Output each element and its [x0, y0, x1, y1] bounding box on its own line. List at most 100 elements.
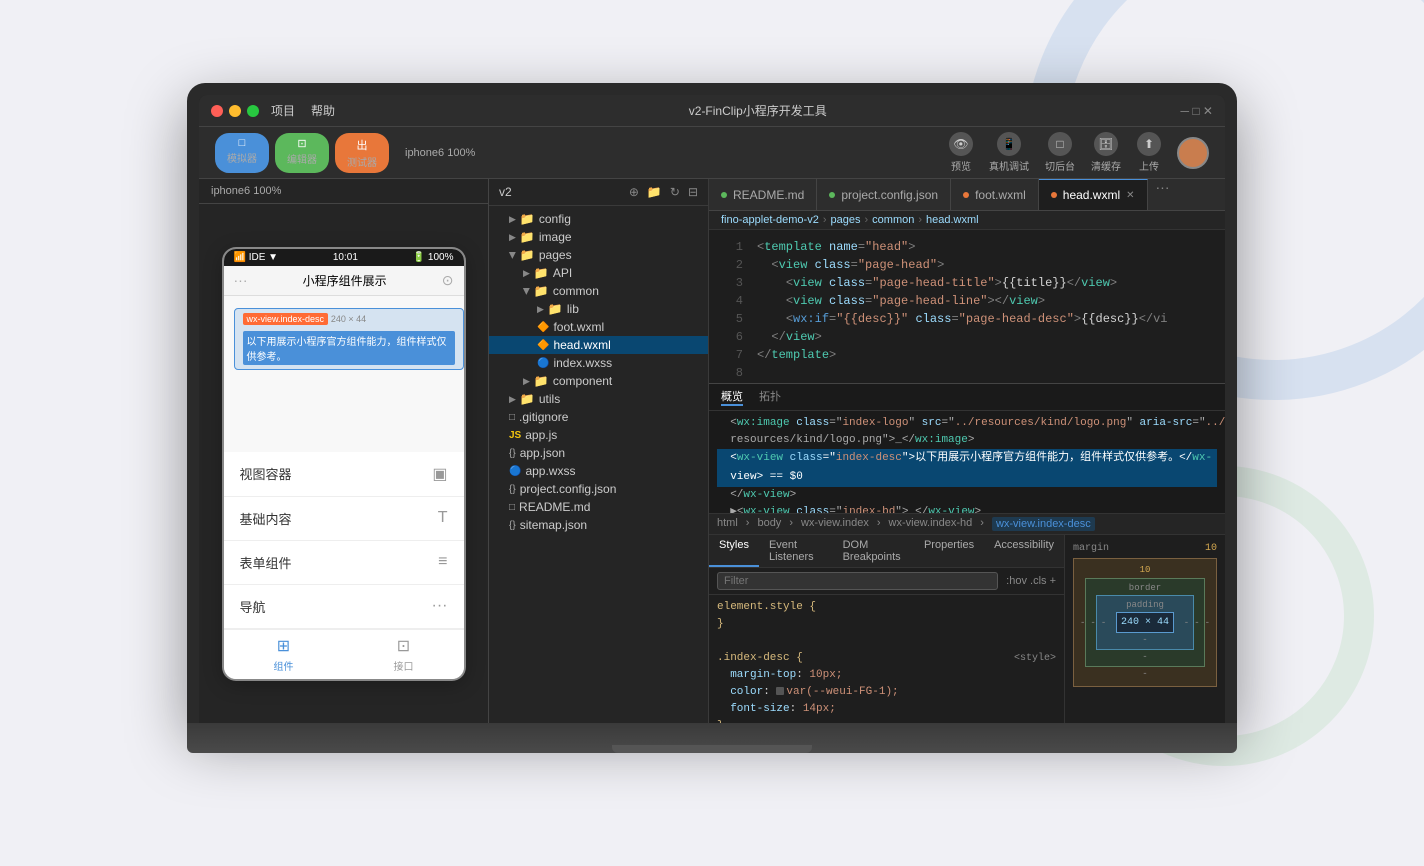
list-item-3[interactable]: 导航 ··· — [224, 585, 464, 629]
file-item-readme[interactable]: □ README.md — [489, 498, 708, 516]
file-item-pages[interactable]: ▶ 📁 pages — [489, 246, 708, 264]
preview-button[interactable]: 👁 预览 — [949, 132, 973, 173]
list-item-1[interactable]: 基础内容 T — [224, 497, 464, 541]
tab-close-icon[interactable]: ✕ — [1126, 190, 1134, 201]
folder-icon: 📁 — [548, 302, 563, 316]
title-bar-right: ─ □ ✕ — [1181, 104, 1213, 118]
file-item-lib[interactable]: ▶ 📁 lib — [489, 300, 708, 318]
file-item-project-config[interactable]: {} project.config.json — [489, 480, 708, 498]
file-tree-body: ▶ 📁 config ▶ 📁 image ▶ 📁 — [489, 206, 708, 723]
upload-button[interactable]: ⬆ 上传 — [1137, 132, 1161, 173]
file-item-foot-wxml[interactable]: 🔶 foot.wxml — [489, 318, 708, 336]
clearcache-button[interactable]: 🗄 清缓存 — [1091, 132, 1121, 173]
new-folder-icon[interactable]: 📁 — [647, 185, 662, 199]
styles-tab-event[interactable]: Event Listeners — [759, 535, 833, 567]
file-item-utils[interactable]: ▶ 📁 utils — [489, 390, 708, 408]
wxml-icon: 🔶 — [537, 340, 549, 351]
edit-button[interactable]: ⊡ 编辑器 — [275, 133, 329, 173]
file-item-app-wxss[interactable]: 🔵 app.wxss — [489, 462, 708, 480]
minimize-button[interactable] — [229, 105, 241, 117]
backend-icon: □ — [1048, 132, 1072, 156]
test-button[interactable]: 出 测试器 — [335, 133, 389, 173]
file-item-common[interactable]: ▶ 📁 common — [489, 282, 708, 300]
selected-text: 以下用展示小程序官方组件能力，组件样式仅供参考。 — [243, 331, 455, 365]
html-line-1: resources/kind/logo.png">_</wx:image> — [717, 432, 1217, 449]
val-margin-top: 10px; — [809, 669, 842, 681]
nav-item-components[interactable]: ⊞ 组件 — [274, 636, 294, 673]
breadcrumb-item-0: fino-applet-demo-v2 — [721, 214, 819, 226]
list-label-3: 导航 — [240, 597, 266, 616]
box-margin-right-val: - — [1205, 618, 1210, 628]
refresh-icon[interactable]: ↻ — [670, 185, 680, 199]
file-name: pages — [539, 248, 572, 262]
realdevice-button[interactable]: 📱 真机调试 — [989, 132, 1029, 173]
filter-input[interactable] — [717, 572, 998, 590]
list-item-2[interactable]: 表单组件 ≡ — [224, 541, 464, 585]
maximize-button[interactable] — [247, 105, 259, 117]
app-name: 小程序组件展示 — [303, 272, 387, 289]
tab-readme[interactable]: README.md — [709, 179, 817, 210]
file-name: image — [539, 230, 572, 244]
menu-item-project[interactable]: 项目 — [271, 102, 295, 119]
file-item-sitemap[interactable]: {} sitemap.json — [489, 516, 708, 534]
code-content[interactable]: <template name="head"> <view class="page… — [749, 230, 1225, 383]
nav-item-interface[interactable]: ⊡ 接口 — [394, 636, 414, 673]
laptop-base — [187, 723, 1237, 753]
file-item-gitignore[interactable]: □ .gitignore — [489, 408, 708, 426]
arrow-icon: ▶ — [523, 268, 530, 279]
file-name: README.md — [519, 500, 590, 514]
menu-item-help[interactable]: 帮助 — [311, 102, 335, 119]
element-wx-index-desc[interactable]: wx-view.index-desc — [992, 517, 1095, 531]
txt-icon: □ — [509, 412, 515, 423]
list-icon-0: ▣ — [432, 464, 447, 484]
styles-tabs: Styles Event Listeners DOM Breakpoints P… — [709, 535, 1064, 568]
file-name: sitemap.json — [520, 518, 587, 532]
html-view-tab-topology[interactable]: 拓扑 — [759, 388, 781, 406]
file-name: component — [553, 374, 612, 388]
close-button[interactable] — [211, 105, 223, 117]
styles-tab-accessibility[interactable]: Accessibility — [984, 535, 1064, 567]
file-item-index-wxss[interactable]: 🔵 index.wxss — [489, 354, 708, 372]
toolbar: □ 模拟器 ⊡ 编辑器 出 测试器 iphone6 100% — [199, 127, 1225, 179]
file-item-component[interactable]: ▶ 📁 component — [489, 372, 708, 390]
element-wx-index-hd[interactable]: wx-view.index-hd — [889, 517, 973, 531]
device-info: iphone6 100% — [405, 147, 475, 159]
menu-bar: 项目 帮助 — [271, 102, 335, 119]
element-wx-index[interactable]: wx-view.index — [801, 517, 869, 531]
box-margin-value: 10 — [1205, 543, 1217, 554]
simulate-icon: □ — [239, 137, 246, 149]
element-body[interactable]: body — [757, 517, 781, 531]
txt-icon: □ — [509, 502, 515, 513]
box-content-size: 240 × 44 — [1121, 617, 1169, 628]
file-item-app-json[interactable]: {} app.json — [489, 444, 708, 462]
code-editor: 1234 5678 <template name="head"> <view c… — [709, 230, 1225, 383]
element-html[interactable]: html — [717, 517, 738, 531]
list-item-0[interactable]: 视图容器 ▣ — [224, 452, 464, 497]
json-icon: {} — [509, 520, 516, 531]
new-file-icon[interactable]: ⊕ — [629, 185, 639, 199]
user-avatar[interactable] — [1177, 137, 1209, 169]
file-item-head-wxml[interactable]: 🔶 head.wxml — [489, 336, 708, 354]
tab-project-config[interactable]: project.config.json — [817, 179, 951, 210]
tab-head-wxml[interactable]: head.wxml ✕ — [1039, 179, 1148, 210]
styles-tab-properties[interactable]: Properties — [914, 535, 984, 567]
file-item-app-js[interactable]: JS app.js — [489, 426, 708, 444]
html-view-tab-overview[interactable]: 概览 — [721, 388, 743, 406]
backend-button[interactable]: □ 切后台 — [1045, 132, 1075, 173]
collapse-icon[interactable]: ⊟ — [688, 185, 698, 199]
tab-foot-wxml[interactable]: foot.wxml — [951, 179, 1039, 210]
file-item-api[interactable]: ▶ 📁 API — [489, 264, 708, 282]
wxss-icon: 🔵 — [537, 358, 549, 369]
styles-tab-styles[interactable]: Styles — [709, 535, 759, 567]
rule-selector-2: .index-desc { — [717, 652, 803, 664]
file-item-image[interactable]: ▶ 📁 image — [489, 228, 708, 246]
simulate-button[interactable]: □ 模拟器 — [215, 133, 269, 173]
zoom-value: 100% — [253, 185, 281, 197]
val-font-size: 14px; — [803, 703, 836, 715]
styles-tab-dom[interactable]: DOM Breakpoints — [833, 535, 914, 567]
file-tree-header: v2 ⊕ 📁 ↻ ⊟ — [489, 179, 708, 206]
line-numbers: 1234 5678 — [709, 230, 749, 383]
file-item-config[interactable]: ▶ 📁 config — [489, 210, 708, 228]
tab-more-button[interactable]: ··· — [1148, 179, 1178, 210]
filter-pseudo[interactable]: :hov .cls + — [1006, 575, 1056, 587]
